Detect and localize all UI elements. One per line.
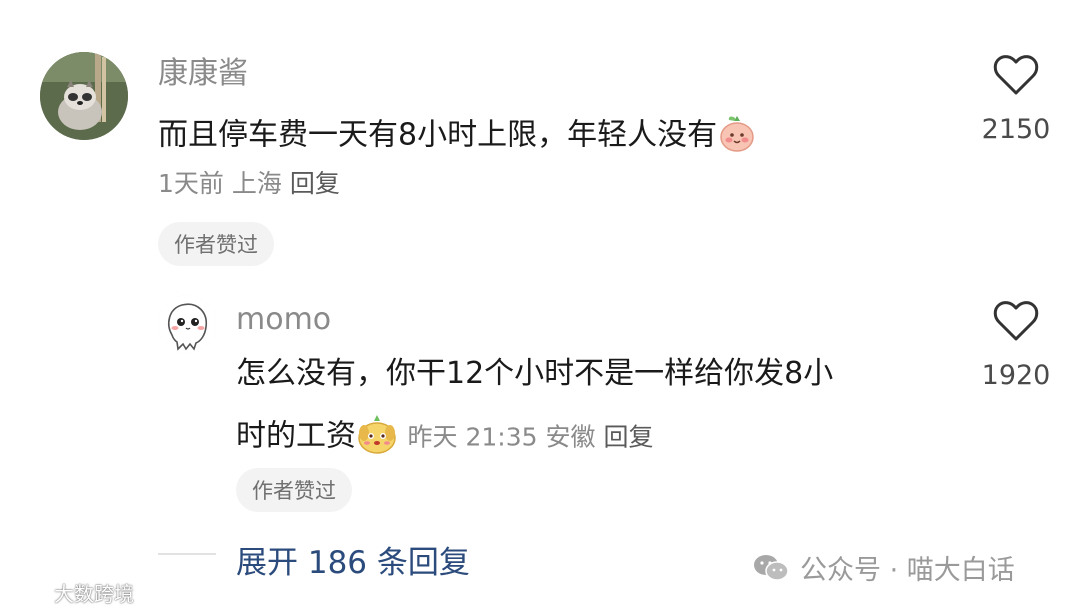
raccoon-avatar-image	[40, 52, 128, 140]
brand-logo-icon	[8, 582, 48, 604]
watermark-text: 公众号 · 喵大白话	[800, 555, 1015, 586]
comment-meta: 1天前 上海 回复	[158, 171, 340, 196]
puppy-emoji-icon	[356, 413, 398, 461]
username[interactable]: 康康酱	[158, 59, 248, 89]
reply-author-liked-badge: 作者赞过	[236, 468, 352, 512]
reply-reply-button[interactable]: 回复	[603, 423, 653, 452]
cartoon-avatar-image	[158, 295, 216, 353]
avatar-kangkangjiang[interactable]	[40, 52, 128, 140]
watermark-brand: 大数跨境	[8, 578, 134, 607]
avatar-momo[interactable]	[158, 295, 216, 353]
comment-text: 而且停车费一天有8小时上限，年轻人没有	[158, 113, 757, 159]
comment-location: 上海	[231, 169, 282, 198]
reply-time: 昨天 21:35	[407, 422, 538, 452]
brand-text: 大数跨境	[54, 582, 134, 606]
author-liked-badge: 作者赞过	[158, 222, 274, 266]
reply-like-column: 1920	[956, 300, 1076, 391]
comment-time: 1天前	[158, 169, 224, 198]
reply-text-line1: 怎么没有，你干12个小时不是一样给你发8小	[236, 356, 834, 391]
like-count: 2150	[981, 114, 1051, 145]
reply-button[interactable]: 回复	[290, 169, 340, 198]
heart-icon[interactable]	[993, 300, 1039, 346]
like-column: 2150	[956, 54, 1076, 145]
comment-text-content: 而且停车费一天有8小时上限，年轻人没有	[158, 117, 718, 153]
reply-like-count: 1920	[981, 360, 1051, 391]
wechat-icon	[752, 552, 790, 584]
reply-username[interactable]: momo	[236, 305, 331, 335]
reply-text-line2: 时的工资 昨天 21:35 安徽 回复	[236, 413, 653, 461]
heart-icon[interactable]	[993, 54, 1039, 100]
expand-divider	[158, 553, 216, 555]
reply-meta: 昨天 21:35 安徽 回复	[408, 423, 654, 452]
expand-replies-button[interactable]: 展开 186 条回复	[236, 537, 470, 582]
reply-location: 安徽	[545, 422, 596, 452]
reply-text-content: 时的工资	[236, 418, 356, 454]
peach-blush-emoji-icon	[717, 113, 757, 159]
watermark-wechat: 公众号 · 喵大白话	[752, 548, 1015, 587]
